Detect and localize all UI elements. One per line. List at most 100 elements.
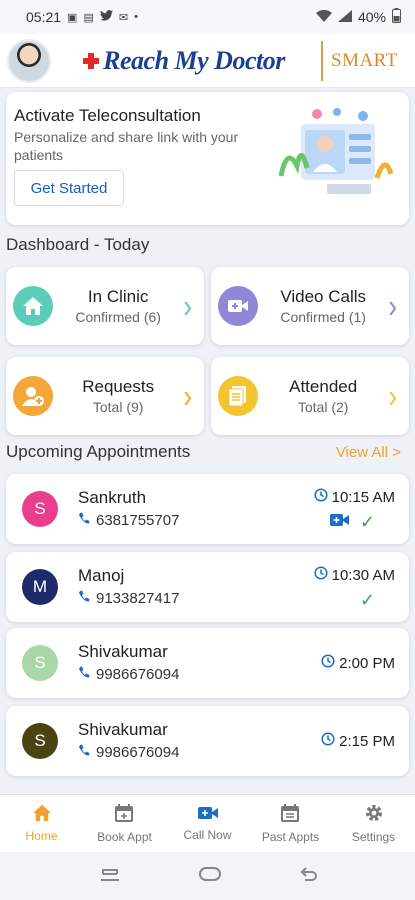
confirmed-check-icon: ✓ [359, 590, 375, 610]
stat-title: Video Calls [280, 287, 366, 306]
patient-avatar: S [22, 723, 58, 759]
nav-label: Home [25, 829, 58, 843]
doctor-avatar[interactable] [7, 38, 51, 83]
battery-percent: 40% [357, 9, 386, 25]
appointment-time: 10:15 AM [314, 488, 395, 506]
patient-phone[interactable]: 6381755707 [78, 512, 179, 529]
home-icon [13, 286, 53, 326]
time-text: 10:15 AM [331, 488, 395, 506]
appointment-card[interactable]: S Shivakumar 9986676094 2:00 PM [6, 628, 409, 698]
time-text: 2:00 PM [339, 654, 395, 672]
video-icon [218, 286, 258, 326]
calendar-history-icon [280, 803, 302, 826]
teleconsultation-subtitle: Personalize and share link with your pat… [14, 129, 239, 163]
video-icon [329, 513, 350, 532]
patient-phone[interactable]: 9986676094 [78, 666, 179, 683]
nav-past-appts[interactable]: Past Appts [249, 795, 332, 852]
nav-book-appt[interactable]: Book Appt [83, 795, 166, 852]
appointment-time: 10:30 AM [314, 566, 395, 584]
time-text: 10:30 AM [331, 566, 395, 584]
chevron-right-icon: › [388, 375, 397, 415]
patient-name: Manoj [78, 566, 125, 585]
nav-label: Settings [351, 830, 396, 844]
app-header: Reach My Doctor SMART [0, 34, 415, 88]
patient-phone[interactable]: 9986676094 [78, 744, 179, 761]
phone-number: 9986676094 [96, 744, 180, 761]
status-time: 05:21 [26, 9, 62, 25]
patient-name: Shivakumar [78, 642, 168, 661]
back-icon[interactable] [299, 866, 317, 887]
dot-icon: • [134, 11, 138, 23]
nav-label: Past Appts [261, 830, 320, 844]
clock-icon [321, 732, 335, 750]
signal-icon [337, 9, 352, 25]
get-started-button[interactable]: Get Started [14, 170, 124, 206]
brand-name: Reach My Doctor [103, 45, 285, 75]
patient-phone[interactable]: 9133827417 [78, 590, 179, 607]
recent-apps-icon[interactable] [99, 867, 121, 886]
nav-call-now[interactable]: Call Now [166, 795, 249, 852]
status-bar-right: 40% [315, 8, 401, 26]
clock-icon [321, 654, 335, 672]
stat-title: Requests [82, 377, 155, 396]
time-text: 2:15 PM [339, 732, 395, 750]
nav-home[interactable]: Home [0, 795, 83, 852]
header-divider [321, 40, 323, 81]
medical-cross-icon [83, 52, 100, 69]
battery-icon [392, 8, 401, 26]
phone-icon [78, 744, 90, 761]
twitter-notification-icon [99, 10, 113, 24]
stat-subtitle: Total (2) [297, 399, 349, 415]
appointment-status: ✓ [360, 590, 375, 611]
appointment-card[interactable]: S Sankruth 6381755707 10:15 AM ✓ [6, 474, 409, 544]
appointment-time: 2:15 PM [321, 732, 395, 750]
upcoming-appointments-title: Upcoming Appointments [6, 442, 191, 461]
calendar-add-icon [114, 803, 136, 826]
video-calls-card[interactable]: Video Calls Confirmed (1) › [211, 267, 409, 345]
gear-icon [364, 803, 384, 826]
patient-name: Shivakumar [78, 720, 168, 739]
system-nav-bar [0, 852, 415, 900]
in-clinic-card[interactable]: In Clinic Confirmed (6) › [6, 267, 204, 345]
patient-avatar: S [22, 645, 58, 681]
home-pill-icon[interactable] [198, 866, 222, 887]
phone-icon [78, 590, 90, 607]
add-user-icon [13, 376, 53, 416]
phone-number: 6381755707 [96, 512, 180, 529]
nav-label: Call Now [183, 828, 232, 842]
dashboard-title: Dashboard - Today [6, 235, 150, 254]
patient-name: Sankruth [78, 488, 147, 507]
chevron-right-icon: › [388, 285, 397, 325]
requests-card[interactable]: Requests Total (9) › [6, 357, 204, 435]
mail-notification-icon: ✉ [118, 11, 129, 24]
chevron-right-icon: › [183, 375, 192, 415]
clock-icon [314, 488, 328, 506]
teleconsultation-card: Activate Teleconsultation Personalize an… [6, 92, 409, 225]
brand-logo: Reach My Doctor [51, 46, 317, 76]
chevron-right-icon: › [183, 285, 192, 325]
view-all-link[interactable]: View All > [336, 444, 401, 461]
home-icon [32, 804, 52, 825]
status-bar: 05:21 ▣ ▤ ✉ • 40% [0, 0, 415, 34]
bottom-nav: Home Book Appt Call Now Past Appts Setti… [0, 794, 415, 852]
nav-settings[interactable]: Settings [332, 795, 415, 852]
confirmed-check-icon: ✓ [359, 512, 375, 532]
smart-label: SMART [331, 49, 398, 71]
attended-card[interactable]: Attended Total (2) › [211, 357, 409, 435]
appointment-card[interactable]: S Shivakumar 9986676094 2:15 PM [6, 706, 409, 776]
appointment-card[interactable]: M Manoj 9133827417 10:30 AM ✓ [6, 552, 409, 622]
appointment-status: ✓ [329, 512, 375, 533]
appointment-time: 2:00 PM [321, 654, 395, 672]
status-bar-left: 05:21 ▣ ▤ ✉ • [26, 9, 138, 25]
patient-avatar: S [22, 491, 58, 527]
phone-icon [78, 512, 90, 529]
nav-label: Book Appt [97, 830, 152, 844]
document-icon [218, 376, 258, 416]
patient-avatar: M [22, 569, 58, 605]
gallery-notification-icon: ▣ [67, 11, 78, 24]
wifi-icon [315, 9, 332, 25]
stat-title: In Clinic [87, 287, 149, 306]
image-notification-icon: ▤ [83, 11, 94, 24]
phone-number: 9133827417 [96, 590, 180, 607]
stat-title: Attended [289, 377, 358, 396]
